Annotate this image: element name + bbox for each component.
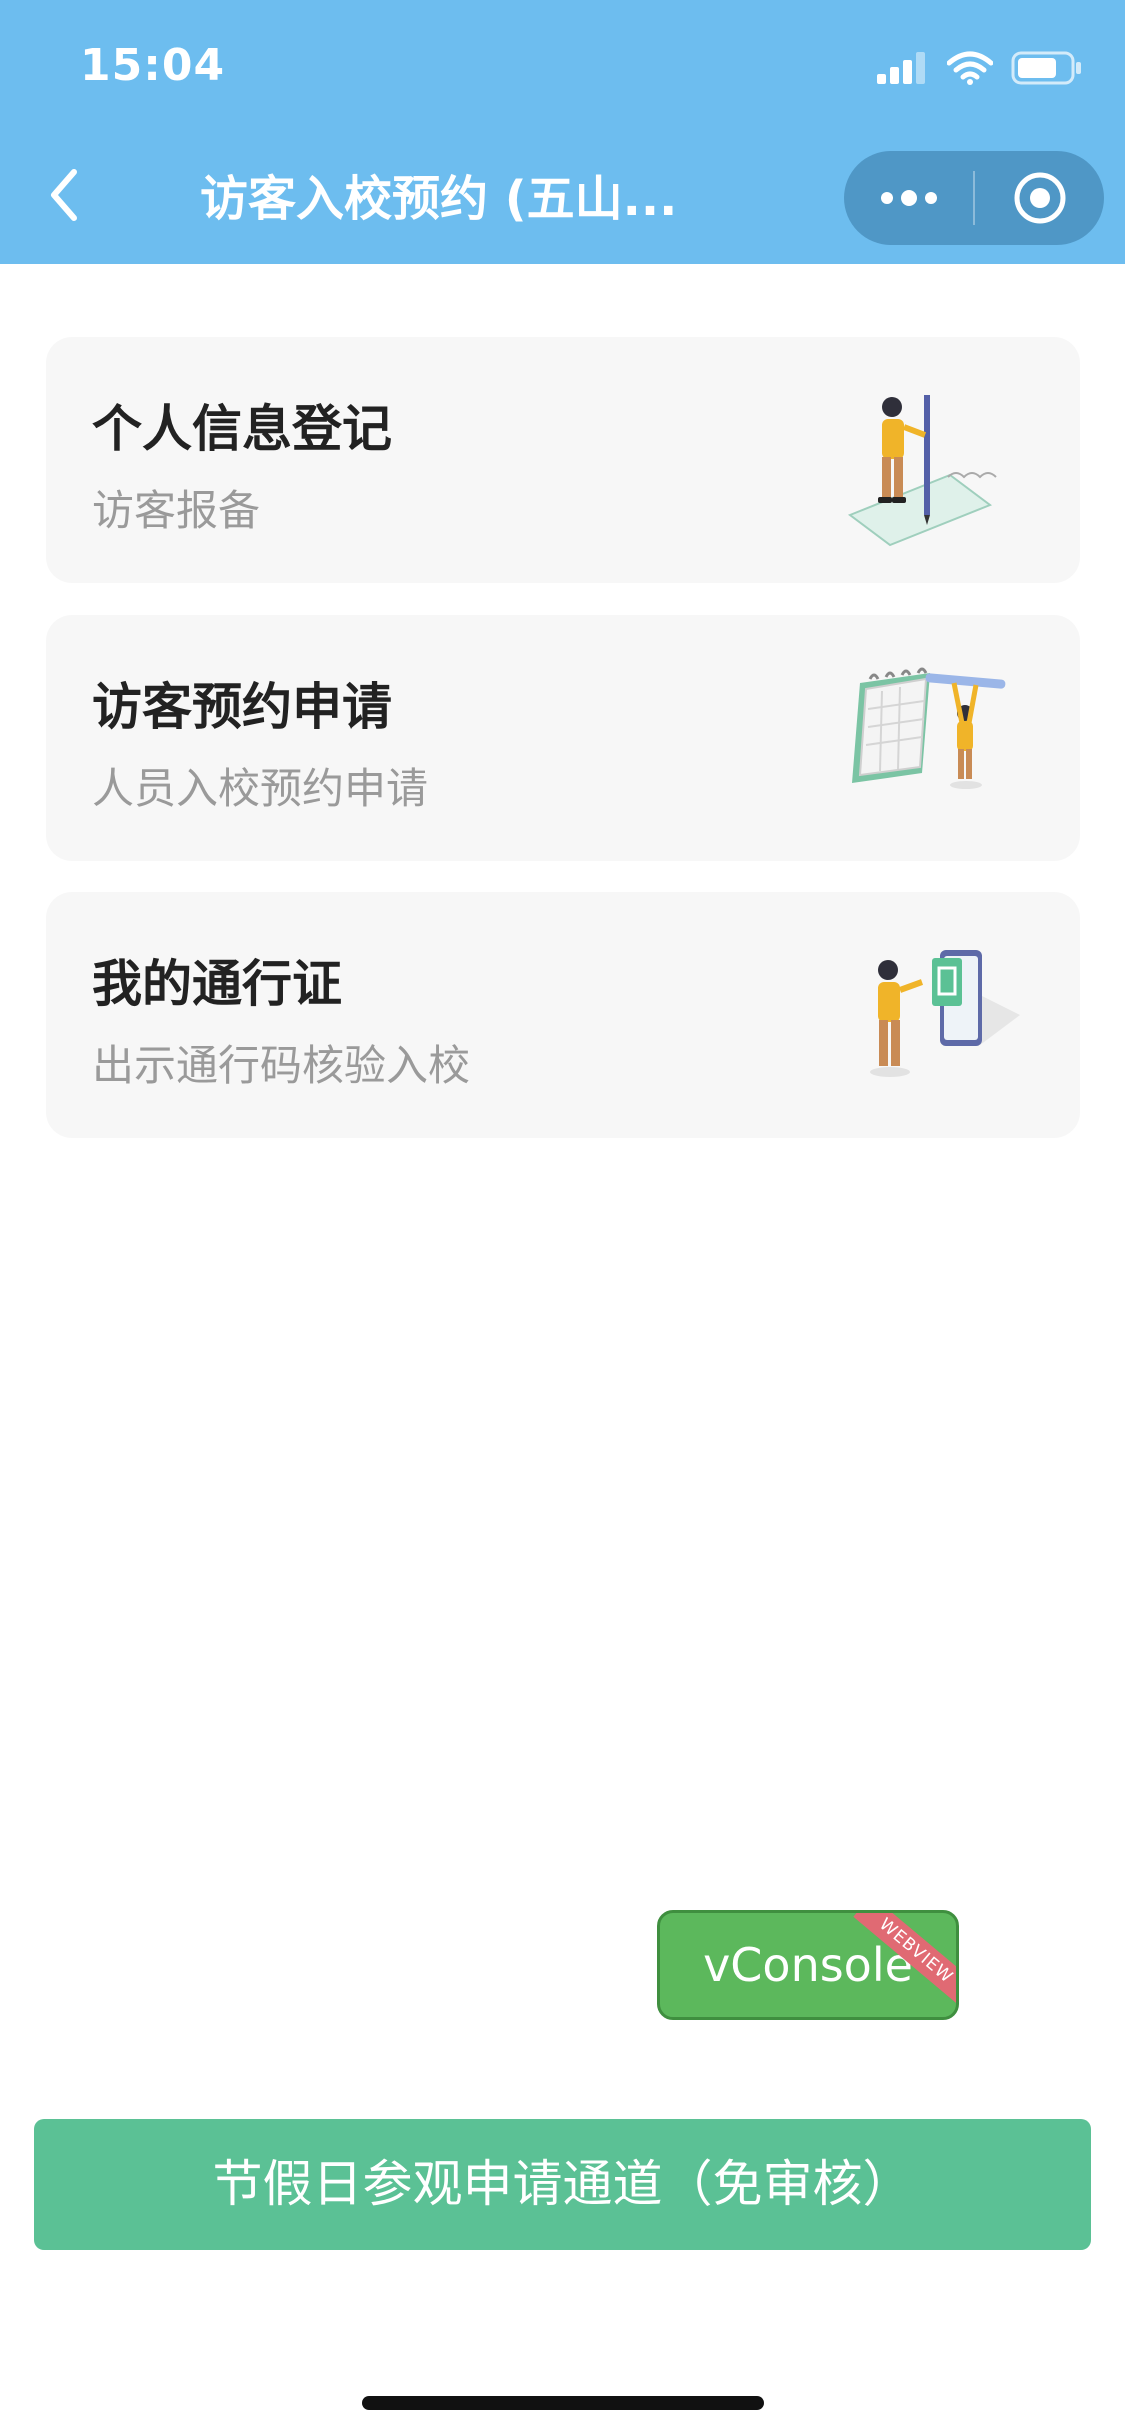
card-subtitle: 访客报备 xyxy=(92,486,261,535)
target-close-icon xyxy=(1014,172,1065,224)
card-title: 我的通行证 xyxy=(92,955,342,1013)
more-button[interactable] xyxy=(844,151,973,245)
card-subtitle: 出示通行码核验入校 xyxy=(92,1041,471,1090)
home-indicator xyxy=(362,2396,764,2410)
top-bar: 15:04 访客入校预约 (五山... xyxy=(0,0,1125,264)
card-subtitle: 人员入校预约申请 xyxy=(92,764,429,813)
mini-program-capsule xyxy=(844,151,1104,245)
card-title: 个人信息登记 xyxy=(92,400,392,458)
close-button[interactable] xyxy=(975,151,1104,245)
page-title: 访客入校预约 (五山... xyxy=(200,171,678,227)
phone-pass-illustration-icon xyxy=(870,950,1020,1077)
more-dots-icon xyxy=(880,190,937,206)
vconsole-button[interactable]: vConsole WEBVIEW xyxy=(657,1910,959,2020)
calendar-illustration-icon xyxy=(852,667,1006,789)
back-arrow-icon[interactable] xyxy=(40,160,90,230)
status-icons xyxy=(877,48,1083,88)
signal-icon xyxy=(877,52,925,84)
status-time: 15:04 xyxy=(80,40,226,91)
wifi-icon xyxy=(947,51,993,85)
card-title: 访客预约申请 xyxy=(92,678,392,736)
holiday-visit-button[interactable]: 节假日参观申请通道（免审核） xyxy=(34,2119,1091,2250)
battery-icon xyxy=(1011,51,1081,85)
card-personal-info[interactable]: 个人信息登记 访客报备 xyxy=(46,337,1080,583)
person-notebook-illustration-icon xyxy=(847,395,997,547)
card-visitor-reservation[interactable]: 访客预约申请 人员入校预约申请 xyxy=(46,615,1080,861)
card-my-pass[interactable]: 我的通行证 出示通行码核验入校 xyxy=(46,892,1080,1138)
